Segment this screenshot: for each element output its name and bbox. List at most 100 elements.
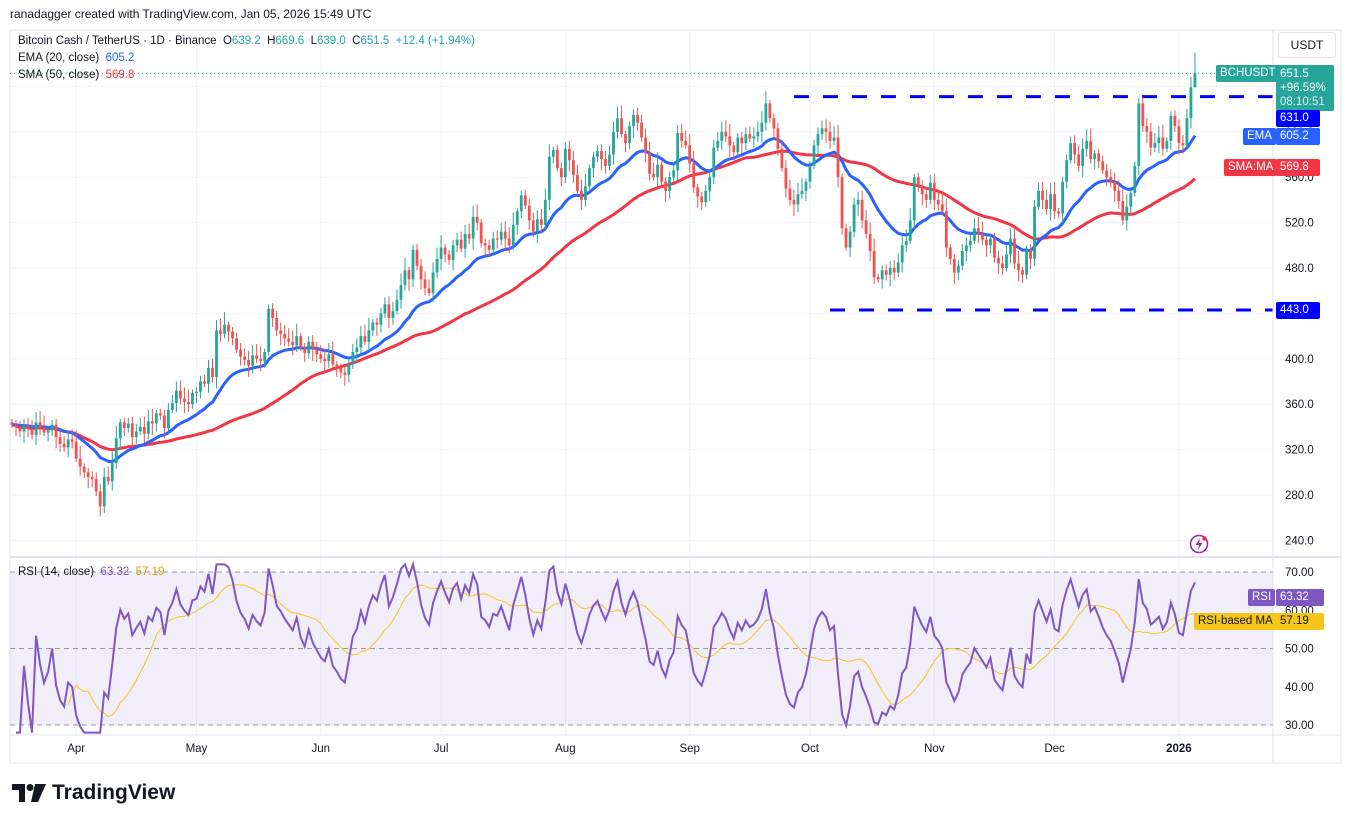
candle-body — [892, 268, 896, 273]
candle-body — [195, 391, 198, 393]
time-tick-label: Jun — [311, 743, 330, 755]
lightning-icon[interactable] — [1189, 534, 1209, 554]
change-pct: +96.59% — [1280, 82, 1326, 94]
candle-body — [812, 145, 816, 166]
candle-body — [688, 145, 692, 164]
candle-body — [732, 145, 736, 153]
last-price-badge: 651.5 +96.59% 08:10:51 — [1276, 65, 1334, 111]
candle-body — [423, 279, 427, 289]
price-tick-label: 400.0 — [1285, 354, 1314, 366]
candle-body — [956, 265, 960, 273]
footer-logo[interactable]: TradingView — [12, 781, 175, 805]
candle-body — [1125, 206, 1129, 221]
candle-body — [503, 231, 507, 239]
candle-body — [158, 413, 162, 416]
candle-body — [832, 137, 836, 141]
bar-countdown: 08:10:51 — [1280, 96, 1325, 108]
candle — [267, 304, 271, 356]
candle-body — [150, 421, 154, 424]
candle-body — [58, 437, 62, 444]
candle-body — [668, 177, 672, 191]
candle-body — [884, 270, 888, 275]
candle — [840, 173, 844, 236]
candle-body — [652, 173, 655, 178]
candle-body — [535, 219, 539, 232]
candle-body — [1109, 177, 1113, 182]
candle-body — [1081, 148, 1085, 166]
candle-body — [572, 160, 575, 175]
candle-body — [928, 182, 932, 200]
candle-body — [860, 199, 864, 221]
candle-body — [1033, 206, 1036, 259]
candle-body — [872, 250, 876, 278]
time-tick-label: Dec — [1044, 743, 1065, 755]
candle-body — [267, 308, 271, 352]
candle-body — [359, 336, 363, 348]
candle-body — [836, 137, 840, 178]
candle-body — [327, 354, 331, 362]
symbol-legend[interactable]: Bitcoin Cash / TetherUS · 1D · Binance O… — [18, 35, 475, 47]
candle-body — [708, 177, 712, 191]
candle-body — [215, 330, 218, 377]
candle-body — [259, 358, 263, 362]
candle-body — [1185, 118, 1189, 146]
candle-body — [1165, 140, 1169, 149]
candle-body — [319, 354, 323, 359]
candle-body — [443, 247, 447, 255]
candle-body — [876, 277, 880, 280]
candle-body — [162, 415, 166, 429]
candle-body — [339, 367, 343, 373]
rsi-tick-label: 40.00 — [1285, 682, 1314, 694]
candle-body — [299, 336, 303, 348]
candle-body — [940, 204, 944, 212]
rsi-ma-badge-label: RSI-based MA — [1194, 613, 1277, 630]
sma-legend[interactable]: SMA (50, close) 569.8 — [18, 69, 134, 81]
chart-canvas[interactable]: 240.0280.0320.0360.0400.0440.0480.0520.0… — [0, 0, 1351, 823]
candle — [1137, 97, 1141, 175]
ema-label: EMA (20, close) — [18, 52, 100, 64]
candle-body — [684, 140, 688, 146]
candle-body — [592, 156, 595, 169]
candle-body — [1157, 137, 1161, 144]
rsi-ma-value: 57.19 — [135, 566, 165, 578]
time-tick-label: Jul — [434, 743, 449, 755]
currency-button[interactable]: USDT — [1278, 32, 1336, 58]
candle-body — [146, 421, 150, 434]
candle-body — [343, 372, 347, 375]
candle-body — [134, 431, 138, 438]
candle-body — [1041, 190, 1044, 200]
candle-body — [740, 137, 744, 144]
rsi-legend[interactable]: RSI (14, close) 63.32 57.19 — [18, 566, 164, 578]
candle-body — [171, 403, 174, 410]
candle-body — [375, 322, 379, 325]
candle-body — [235, 338, 238, 350]
candle-body — [764, 103, 768, 123]
candle-body — [920, 186, 924, 195]
candle-body — [483, 243, 487, 246]
symbol-badge: BCHUSDT — [1216, 65, 1280, 82]
ema-legend[interactable]: EMA (20, close) 605.2 — [18, 52, 134, 64]
candle-body — [612, 131, 615, 155]
candle-body — [567, 148, 571, 161]
candle-body — [1013, 238, 1016, 264]
last-price: 651.5 — [1280, 68, 1309, 80]
candle-body — [22, 425, 26, 432]
candle-body — [780, 148, 784, 169]
candle-body — [848, 231, 852, 248]
candle — [1025, 245, 1028, 280]
candle-body — [840, 177, 844, 229]
candle-body — [191, 392, 194, 405]
candle-body — [1145, 126, 1149, 132]
candle-body — [1173, 115, 1177, 127]
candle-body — [856, 199, 860, 205]
candle-body — [1153, 143, 1157, 148]
candle-body — [712, 147, 716, 178]
candle-body — [142, 426, 146, 434]
candle-body — [563, 148, 567, 178]
candle-body — [981, 233, 984, 240]
candle-body — [371, 322, 375, 331]
candle-body — [1089, 140, 1093, 160]
candle-body — [239, 349, 242, 357]
price-tick-label: 320.0 — [1285, 445, 1314, 457]
candle-body — [656, 164, 660, 178]
